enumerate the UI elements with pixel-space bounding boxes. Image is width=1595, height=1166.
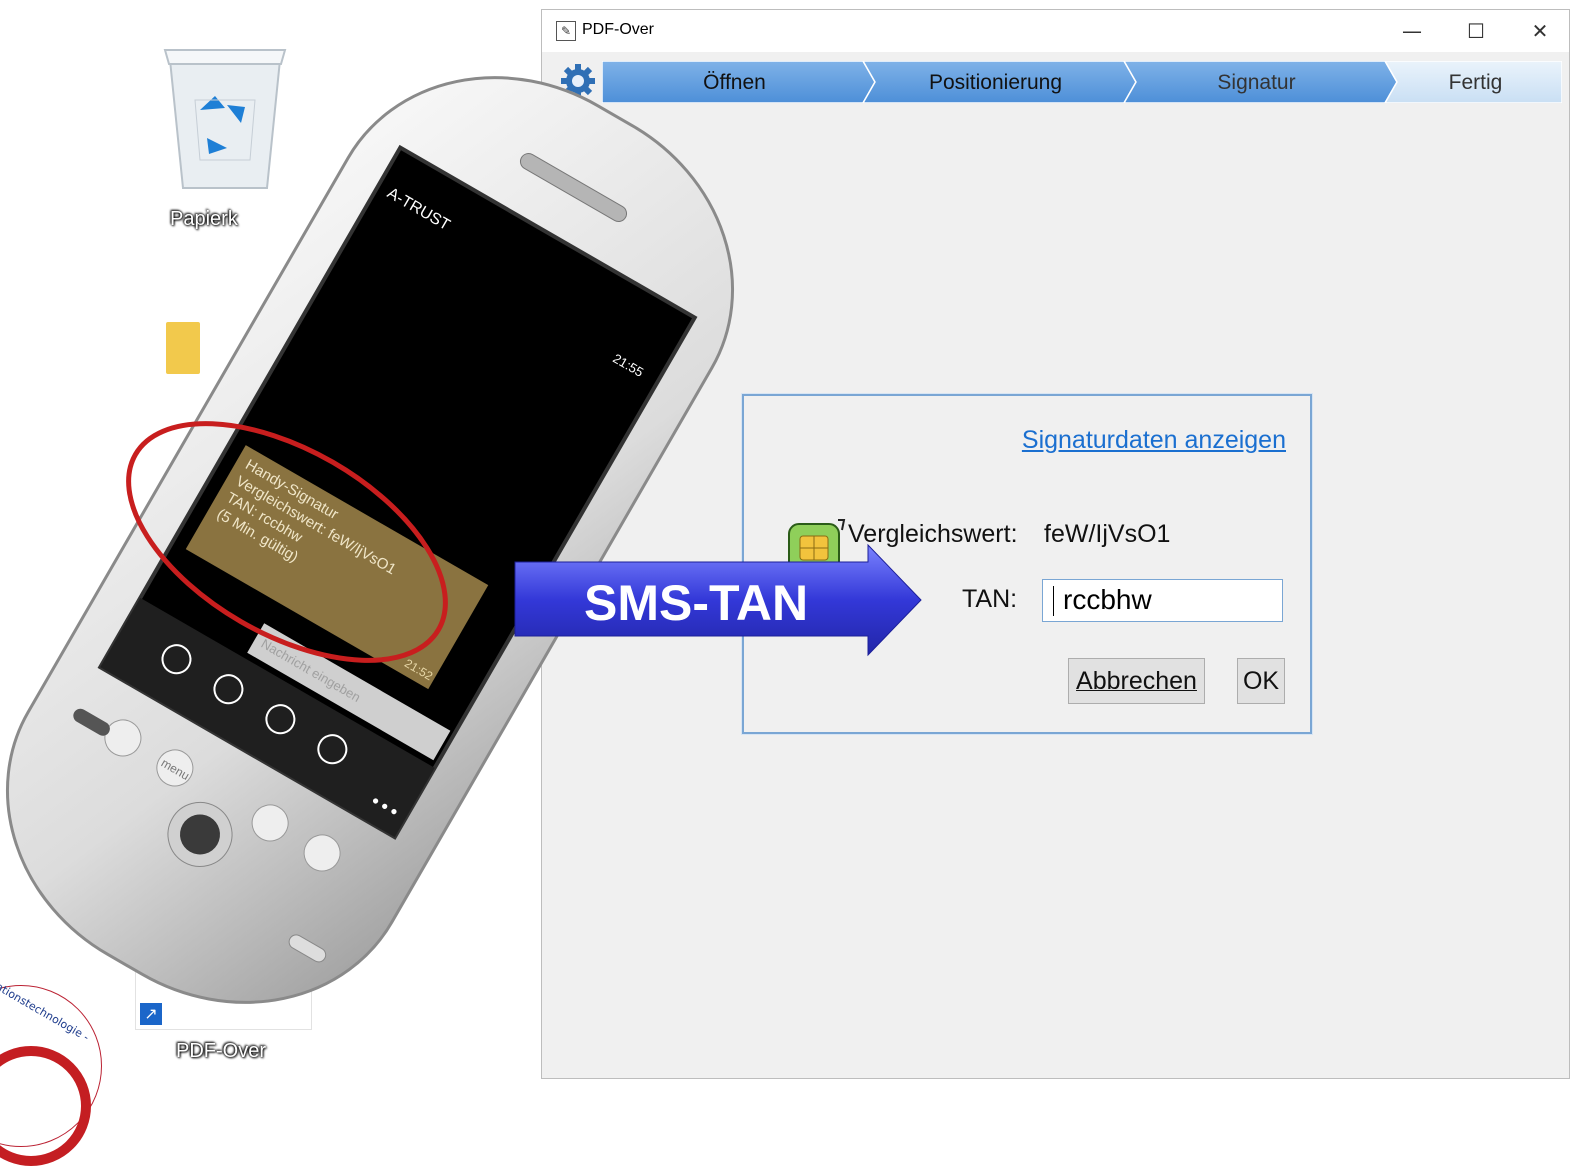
step-label-2: Positionierung	[929, 71, 1062, 94]
title-bar: ✎ PDF-Over — ☐ ✕	[542, 10, 1569, 52]
logo-inner-ring	[0, 1046, 91, 1166]
recycle-bin-desktop-icon[interactable]: Papierk	[150, 40, 300, 230]
tan-label: TAN:	[962, 585, 1018, 613]
ok-button[interactable]: OK	[1237, 658, 1285, 704]
comparison-value-label: Vergleichswert:	[848, 520, 1018, 548]
app-icon: ✎	[556, 21, 576, 41]
maximize-button[interactable]: ☐	[1456, 16, 1496, 46]
cancel-button-label: Abbrechen	[1076, 667, 1197, 695]
tan-input[interactable]: rccbhw	[1042, 579, 1283, 622]
ok-button-label: OK	[1242, 667, 1280, 695]
comparison-value: feW/IjVsO1	[1044, 520, 1171, 548]
steps-bar: Öffnen Positionierung Signatur Fertig	[602, 61, 1562, 103]
step-label-1: Öffnen	[703, 71, 766, 94]
recycle-bin-label: Papierk	[170, 208, 238, 230]
pdf-over-shortcut-label: PDF-Over	[176, 1040, 266, 1062]
minimize-button[interactable]: —	[1392, 16, 1432, 46]
close-button[interactable]: ✕	[1520, 16, 1560, 46]
progress-steps: Öffnen Positionierung Signatur Fertig	[542, 57, 1569, 107]
cancel-button[interactable]: Abbrechen	[1068, 658, 1205, 704]
show-signature-data-link[interactable]: Signaturdaten anzeigen	[1022, 426, 1286, 455]
folder-icon[interactable]	[166, 322, 200, 374]
step-label-3: Signatur	[1217, 71, 1295, 94]
recycle-bin-icon	[163, 49, 287, 189]
text-caret	[1053, 586, 1054, 616]
window-title: PDF-Over	[582, 21, 654, 38]
sms-tan-label: SMS-TAN	[584, 575, 808, 631]
shortcut-arrow-icon: ↗	[140, 1003, 162, 1025]
step-label-4: Fertig	[1449, 71, 1503, 94]
tan-input-value: rccbhw	[1063, 584, 1152, 615]
pdf-over-window: ✎ PDF-Over — ☐ ✕ Öffnen Positionierung S…	[541, 9, 1570, 1079]
